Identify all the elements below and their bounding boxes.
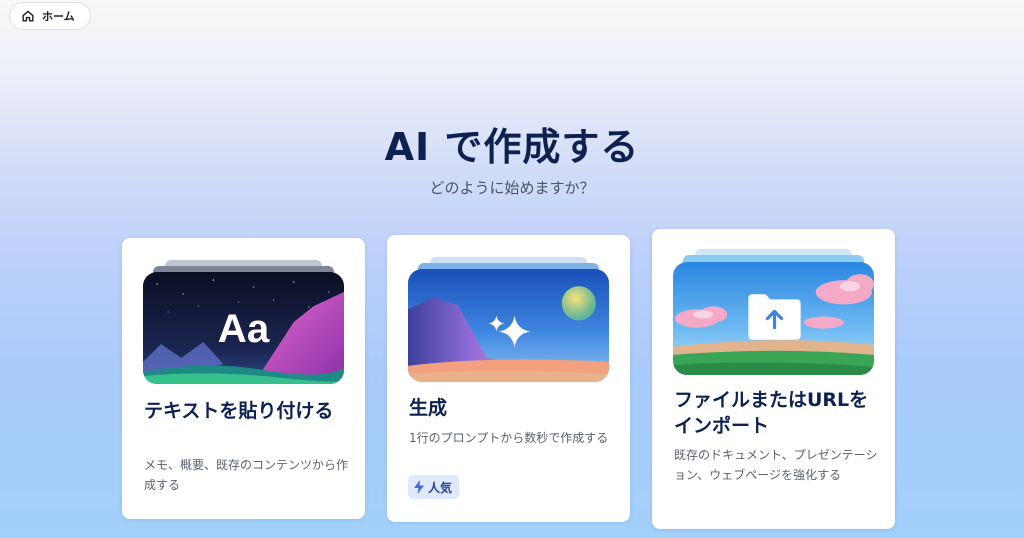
popular-badge-label: 人気 (428, 480, 453, 495)
generate-title: 生成 (409, 397, 448, 419)
import-title: ファイルまたはURLをインポート (674, 389, 869, 437)
popular-badge: 人気 (408, 475, 460, 499)
home-label: ホーム (42, 10, 75, 23)
import-description: 既存のドキュメント、プレゼンテーション、ウェブページを強化する (674, 448, 878, 482)
page-subtitle: どのように始めますか？ (429, 179, 595, 197)
thumbnail-aa-text: Aa (218, 307, 270, 351)
folder-upload-icon (748, 294, 801, 340)
home-icon (21, 9, 35, 23)
generate-card[interactable]: 生成 1行のプロンプトから数秒で作成する 人気 (387, 235, 630, 522)
generate-thumbnail (408, 257, 609, 382)
import-thumbnail (673, 249, 874, 375)
paste-text-thumbnail: Aa (143, 260, 344, 384)
paste-text-description: メモ、概要、既存のコンテンツから作成する (144, 458, 349, 492)
import-card[interactable]: ファイルまたはURLをインポート 既存のドキュメント、プレゼンテーション、ウェブ… (652, 229, 895, 529)
page-title: AI で作成する (384, 125, 640, 169)
generate-description: 1行のプロンプトから数秒で作成する (409, 431, 609, 445)
lightning-icon (413, 480, 425, 494)
home-button[interactable]: ホーム (9, 2, 91, 30)
paste-text-title: テキストを貼り付ける (144, 400, 334, 422)
paste-text-card[interactable]: Aa テキストを貼り付ける メモ、概要、既存のコンテンツから作成する (122, 238, 365, 519)
